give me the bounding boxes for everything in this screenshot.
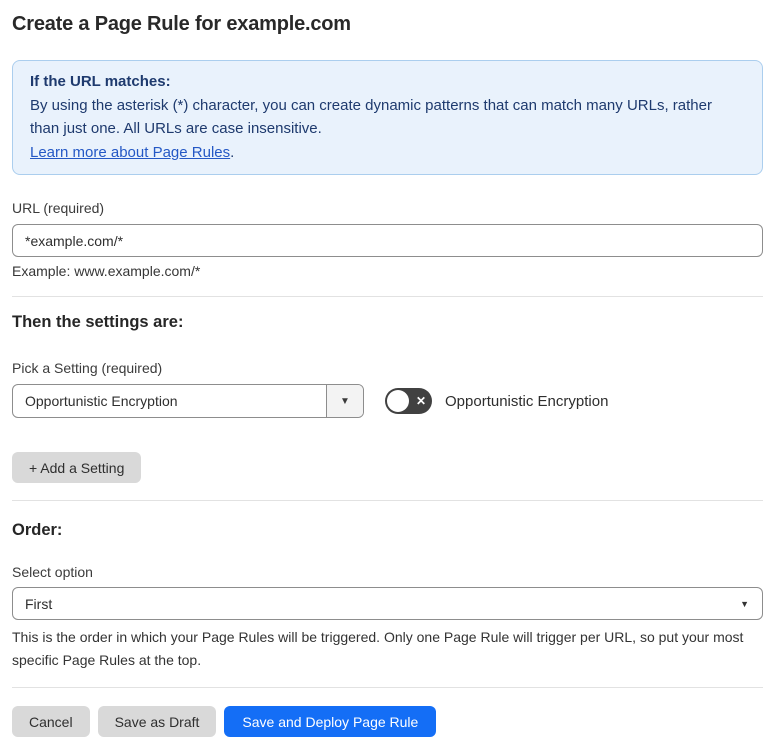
order-select-value: First	[25, 595, 53, 612]
section-divider	[12, 296, 763, 297]
url-match-info-box: If the URL matches: By using the asteris…	[12, 60, 763, 175]
settings-section-heading: Then the settings are:	[12, 313, 184, 331]
link-suffix: .	[230, 143, 235, 161]
setting-dropdown[interactable]: Opportunistic Encryption ▼	[12, 384, 364, 418]
toggle-knob	[387, 390, 409, 412]
setting-dropdown-value: Opportunistic Encryption	[25, 393, 178, 409]
cancel-button[interactable]: Cancel	[12, 706, 90, 737]
chevron-down-icon[interactable]: ▼	[326, 385, 363, 417]
toggle-off-icon: ✕	[415, 394, 426, 408]
info-box-heading: If the URL matches:	[30, 73, 171, 90]
order-divider	[12, 500, 763, 501]
toggle-label: Opportunistic Encryption	[445, 392, 609, 410]
info-box-body: By using the asterisk (*) character, you…	[30, 96, 712, 138]
url-field-label: URL (required)	[12, 200, 105, 216]
save-deploy-button[interactable]: Save and Deploy Page Rule	[224, 706, 437, 737]
order-select-label: Select option	[12, 564, 93, 580]
info-box-link-line: Learn more about Page Rules.	[30, 141, 745, 165]
url-example-text: Example: www.example.com/*	[12, 263, 201, 279]
order-section-heading: Order:	[12, 521, 63, 539]
caret-down-icon: ▼	[740, 598, 749, 609]
save-draft-button[interactable]: Save as Draft	[97, 706, 217, 737]
learn-more-link[interactable]: Learn more about Page Rules	[30, 144, 230, 161]
add-setting-button[interactable]: + Add a Setting	[12, 452, 142, 483]
pick-setting-label: Pick a Setting (required)	[12, 360, 163, 376]
order-help-text: This is the order in which your Page Rul…	[12, 629, 744, 668]
page-title: Create a Page Rule for example.com	[12, 13, 351, 35]
footer-divider	[12, 687, 763, 689]
order-select[interactable]: First ▼	[12, 587, 763, 620]
opportunistic-encryption-toggle[interactable]: ✕	[385, 388, 432, 414]
footer-actions: Cancel Save as Draft Save and Deploy Pag…	[12, 706, 763, 737]
url-input[interactable]	[12, 224, 763, 257]
setting-row: Opportunistic Encryption ▼ ✕ Opportunist…	[12, 384, 763, 418]
